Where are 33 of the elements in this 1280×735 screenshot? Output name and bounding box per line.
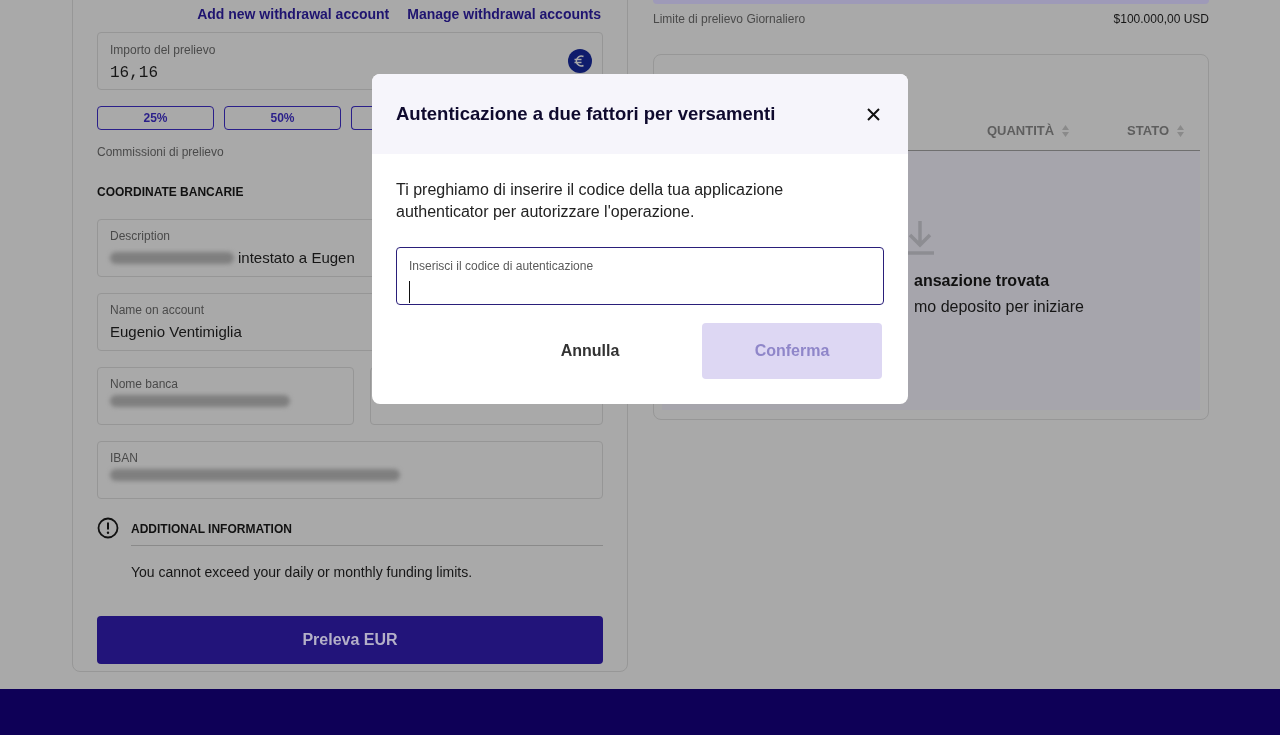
form-field[interactable]: IBAN bbox=[97, 441, 603, 499]
alert-icon bbox=[97, 517, 119, 539]
dialog-title: Autenticazione a due fattori per versamenti bbox=[396, 102, 776, 127]
info-text: You cannot exceed your daily or monthly funding limits. bbox=[131, 563, 473, 582]
section-title: COORDINATE BANCARIE bbox=[97, 184, 244, 201]
field-value: intestato a Eugen bbox=[238, 248, 355, 268]
field-value: Eugenio Ventimiglia bbox=[110, 322, 242, 342]
empty-title: ansazione trovata bbox=[914, 271, 1050, 291]
withdraw-account-link[interactable]: Add new withdrawal account bbox=[197, 4, 390, 25]
field-label: IBAN bbox=[110, 450, 138, 467]
withdraw-account-link[interactable]: Manage withdrawal accounts bbox=[407, 4, 601, 25]
limit-value: $100.000,00 USD bbox=[1113, 11, 1209, 28]
field-label: Name on account bbox=[110, 302, 205, 319]
text-cursor bbox=[409, 281, 410, 303]
sort-icon bbox=[1177, 125, 1184, 137]
form-field[interactable]: Nome banca bbox=[97, 367, 354, 425]
dialog-text: Ti preghiamo di inserire il codice della tua applicazione authenticator per autorizzare l'operazione. bbox=[395, 180, 785, 222]
sort-icon bbox=[1062, 125, 1070, 137]
withdraw-button[interactable]: Preleva EUR bbox=[97, 616, 603, 664]
euro-icon bbox=[568, 49, 592, 73]
limit-label: Limite di prelievo Giornaliero bbox=[653, 11, 806, 28]
field-value: 16,16 bbox=[110, 63, 159, 84]
percent-button[interactable]: 25% bbox=[97, 106, 214, 130]
field-label: Nome banca bbox=[110, 376, 179, 393]
percent-button[interactable]: 50% bbox=[224, 106, 341, 130]
field-label: Description bbox=[110, 228, 171, 245]
field-label: Importo del prelievo bbox=[110, 42, 216, 59]
info-title: ADDITIONAL INFORMATION bbox=[131, 517, 603, 546]
empty-text: mo deposito per iniziare bbox=[914, 297, 1084, 317]
code-field[interactable]: Inserisci il codice di autenticazione bbox=[396, 247, 884, 305]
close-icon[interactable] bbox=[867, 107, 880, 121]
field-label: Inserisci il codice di autenticazione bbox=[409, 258, 595, 275]
fees-label: Commissioni di prelievo bbox=[97, 144, 224, 161]
